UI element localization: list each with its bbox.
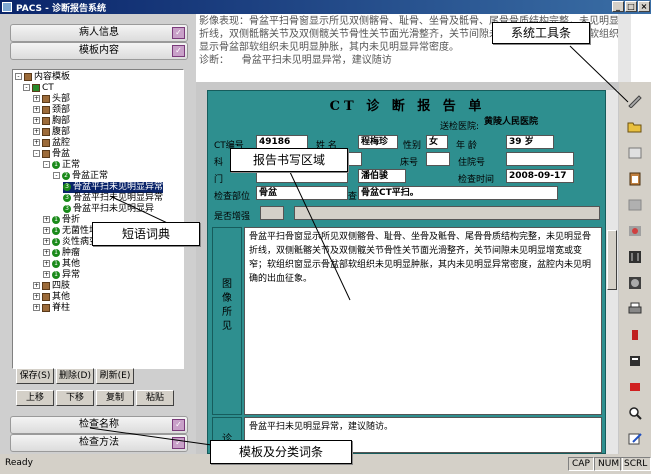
arrow-writing-area xyxy=(289,171,351,301)
arrow-toolbar xyxy=(569,45,629,103)
callout-template-terms: 模板及分类词条 xyxy=(210,440,352,464)
callout-toolbar: 系统工具条 xyxy=(492,22,590,44)
callout-writing-area: 报告书写区域 xyxy=(230,148,348,172)
callout-phrase-dict: 短语词典 xyxy=(92,222,200,246)
